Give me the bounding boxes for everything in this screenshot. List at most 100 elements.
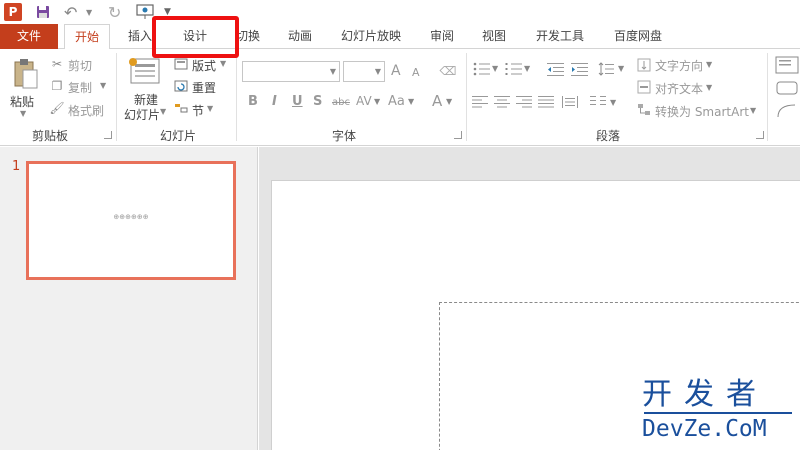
- grow-font-icon[interactable]: A: [391, 63, 401, 79]
- smartart-dropdown-icon[interactable]: ▼: [750, 106, 756, 115]
- arrow-shape-icon[interactable]: [774, 101, 800, 121]
- justify-icon[interactable]: [538, 95, 554, 109]
- tab-baidu-netdisk[interactable]: 百度网盘: [606, 24, 670, 49]
- rectangle-shape-icon[interactable]: [774, 79, 800, 97]
- text-box-icon[interactable]: [774, 55, 800, 75]
- paragraph-launcher-icon[interactable]: [756, 131, 764, 139]
- font-name-dropdown-icon[interactable]: ▼: [330, 67, 336, 76]
- ribbon-tabs: 文件 开始 插入 设计 切换 动画 幻灯片放映 审阅 视图 开发工具 百度网盘: [0, 24, 800, 50]
- layout-dropdown-icon[interactable]: ▼: [220, 59, 226, 68]
- tab-view[interactable]: 视图: [476, 24, 512, 49]
- line-spacing-dropdown-icon[interactable]: ▼: [618, 64, 624, 73]
- underline-button[interactable]: U: [292, 94, 303, 109]
- font-launcher-icon[interactable]: [454, 131, 462, 139]
- font-group-label: 字体: [332, 129, 357, 143]
- align-text-dropdown-icon[interactable]: ▼: [706, 83, 712, 92]
- reset-icon[interactable]: [174, 79, 188, 93]
- group-divider: [767, 53, 768, 141]
- columns-icon[interactable]: [590, 95, 606, 109]
- font-color-dropdown-icon[interactable]: ▼: [446, 97, 452, 106]
- numbering-dropdown-icon[interactable]: ▼: [524, 64, 530, 73]
- save-icon[interactable]: [36, 2, 50, 22]
- clipboard-group-label: 剪贴板: [32, 129, 69, 143]
- text-direction-icon[interactable]: [636, 57, 652, 73]
- italic-button[interactable]: I: [272, 94, 277, 109]
- copy-label[interactable]: 复制: [68, 79, 92, 96]
- reset-label[interactable]: 重置: [192, 79, 216, 96]
- new-slide-icon[interactable]: [128, 55, 162, 89]
- group-divider: [116, 53, 117, 141]
- change-case-button[interactable]: Aa: [388, 94, 405, 109]
- font-size-combo[interactable]: ▼: [343, 61, 385, 82]
- strikethrough-button[interactable]: abc: [332, 97, 350, 108]
- group-divider: [466, 53, 467, 141]
- paste-dropdown-icon[interactable]: ▼: [20, 109, 26, 118]
- cut-icon[interactable]: ✂: [50, 57, 64, 71]
- thumbnail-text: ⊕⊕⊕⊕⊕⊕: [113, 213, 149, 221]
- increase-indent-icon[interactable]: [570, 61, 590, 77]
- section-icon[interactable]: [174, 101, 188, 115]
- format-painter-label[interactable]: 格式刷: [68, 102, 104, 119]
- tab-slideshow[interactable]: 幻灯片放映: [334, 24, 408, 49]
- redo-icon[interactable]: ↻: [108, 2, 121, 22]
- text-direction-dropdown-icon[interactable]: ▼: [706, 60, 712, 69]
- align-right-icon[interactable]: [516, 95, 532, 109]
- case-dropdown-icon[interactable]: ▼: [408, 97, 414, 106]
- clipboard-launcher-icon[interactable]: [104, 131, 112, 139]
- copy-icon[interactable]: ❐: [50, 79, 64, 93]
- highlight-box: [152, 16, 239, 58]
- decrease-indent-icon[interactable]: [546, 61, 566, 77]
- undo-dropdown-icon[interactable]: ▼: [86, 2, 92, 22]
- tab-animations[interactable]: 动画: [282, 24, 318, 49]
- layout-label[interactable]: 版式: [192, 57, 216, 74]
- new-slide-dropdown-icon[interactable]: ▼: [160, 107, 166, 116]
- line-spacing-icon[interactable]: [598, 61, 614, 77]
- group-divider: [236, 53, 237, 141]
- paste-label[interactable]: 粘贴: [10, 93, 34, 110]
- watermark-title: 开发者: [642, 377, 768, 412]
- text-direction-label[interactable]: 文字方向: [655, 57, 703, 74]
- align-center-icon[interactable]: [494, 95, 510, 109]
- tab-file[interactable]: 文件: [0, 24, 58, 49]
- watermark-domain: DevZe.CoM: [642, 416, 767, 442]
- quick-access-toolbar: P ↶ ▼ ↻ ▼: [0, 0, 800, 24]
- slide-number: 1: [12, 159, 21, 174]
- align-text-icon[interactable]: [636, 79, 652, 95]
- convert-smartart-icon[interactable]: [636, 102, 652, 118]
- new-slide-label-2[interactable]: 幻灯片: [124, 106, 160, 123]
- ribbon: 粘贴 ▼ ✂ 剪切 ❐ 复制 ▼ 🖌 格式刷 剪贴板 新建 幻灯片 ▼ 版式 ▼…: [0, 49, 800, 146]
- tab-developer[interactable]: 开发工具: [528, 24, 592, 49]
- layout-icon[interactable]: [174, 57, 188, 71]
- font-color-button[interactable]: A: [432, 92, 442, 110]
- convert-smartart-label[interactable]: 转换为 SmartArt: [655, 103, 749, 120]
- align-text-label[interactable]: 对齐文本: [655, 80, 703, 97]
- format-painter-icon[interactable]: 🖌: [49, 101, 64, 115]
- shadow-button[interactable]: S: [313, 94, 322, 109]
- bullets-icon[interactable]: [472, 61, 492, 77]
- copy-dropdown-icon[interactable]: ▼: [100, 81, 106, 90]
- tab-home[interactable]: 开始: [64, 24, 110, 50]
- section-label[interactable]: 节: [192, 102, 204, 119]
- slide-thumbnails-pane: 1 ⊕⊕⊕⊕⊕⊕: [0, 147, 258, 450]
- section-dropdown-icon[interactable]: ▼: [207, 104, 213, 113]
- powerpoint-logo-icon: P: [4, 3, 22, 21]
- align-left-icon[interactable]: [472, 95, 488, 109]
- font-size-dropdown-icon[interactable]: ▼: [375, 67, 381, 76]
- watermark-logo: 开发者 DevZe.CoM: [640, 378, 800, 444]
- cut-label[interactable]: 剪切: [68, 57, 92, 74]
- tab-review[interactable]: 审阅: [424, 24, 460, 49]
- columns-dropdown-icon[interactable]: ▼: [610, 98, 616, 107]
- spacing-dropdown-icon[interactable]: ▼: [374, 97, 380, 106]
- font-name-combo[interactable]: ▼: [242, 61, 340, 82]
- clear-formatting-icon[interactable]: ⌫: [440, 63, 457, 79]
- bullets-dropdown-icon[interactable]: ▼: [492, 64, 498, 73]
- paste-icon[interactable]: [10, 57, 40, 91]
- paragraph-group-label: 段落: [596, 129, 621, 143]
- character-spacing-button[interactable]: AV: [356, 94, 372, 108]
- distributed-icon[interactable]: [562, 95, 578, 109]
- numbering-icon[interactable]: [504, 61, 524, 77]
- bold-button[interactable]: B: [248, 94, 258, 109]
- shrink-font-icon[interactable]: A: [412, 66, 420, 79]
- undo-icon[interactable]: ↶: [64, 2, 77, 22]
- slide-thumbnail[interactable]: ⊕⊕⊕⊕⊕⊕: [26, 161, 236, 280]
